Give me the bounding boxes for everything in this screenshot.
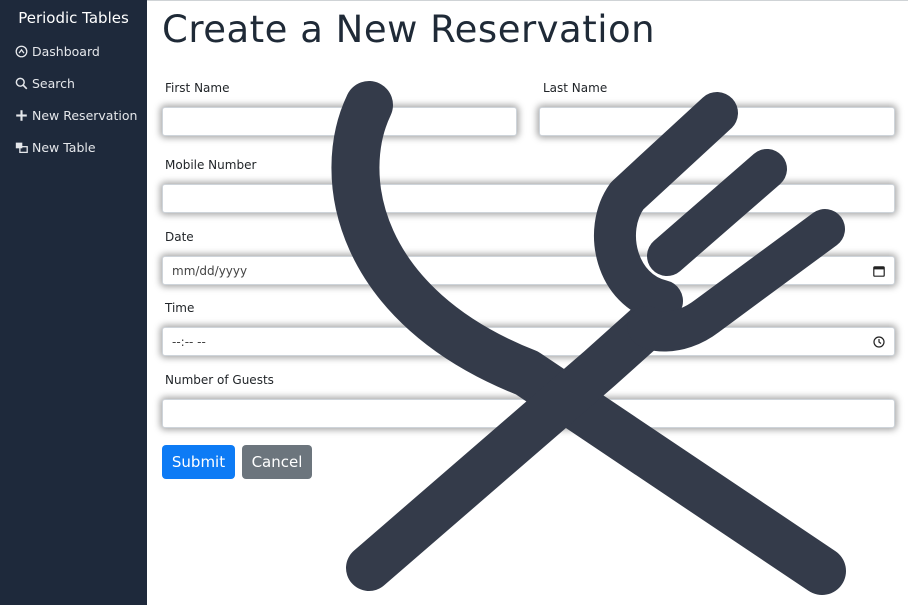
time-label: Time: [165, 301, 195, 315]
plus-icon: [16, 109, 27, 121]
time-input[interactable]: --:-- --: [162, 327, 895, 356]
page-title: Create a New Reservation: [162, 8, 656, 51]
first-name-label: First Name: [165, 81, 230, 95]
date-label: Date: [165, 230, 194, 244]
sidebar-item-new-table[interactable]: New Table: [0, 131, 147, 163]
sidebar-item-label: Search: [32, 75, 75, 91]
clock-icon[interactable]: [873, 335, 885, 348]
date-input[interactable]: mm/dd/yyyy: [162, 256, 895, 285]
sidebar: Periodic Tables Dashboard Search New Res…: [0, 0, 147, 605]
sidebar-item-dashboard[interactable]: Dashboard: [0, 35, 147, 67]
fork-knife-watermark-icon: [331, 81, 846, 595]
sidebar-item-label: Dashboard: [32, 43, 100, 59]
sidebar-nav: Dashboard Search New Reservation New Tab…: [0, 35, 147, 163]
submit-button[interactable]: Submit: [162, 445, 235, 479]
sidebar-item-label: New Table: [32, 139, 96, 155]
main-content: Create a New Reservation First Name Last…: [147, 0, 908, 605]
mobile-number-input[interactable]: [162, 184, 895, 213]
date-placeholder: mm/dd/yyyy: [172, 263, 248, 278]
search-icon: [15, 77, 28, 89]
mobile-number-label: Mobile Number: [165, 158, 257, 172]
sidebar-item-search[interactable]: Search: [0, 67, 147, 99]
sidebar-item-new-reservation[interactable]: New Reservation: [0, 99, 147, 131]
brand-title[interactable]: Periodic Tables: [0, 0, 147, 35]
table-icon: [15, 142, 28, 153]
last-name-label: Last Name: [543, 81, 608, 95]
guests-label: Number of Guests: [165, 373, 274, 387]
cancel-button[interactable]: Cancel: [242, 445, 312, 479]
dashboard-icon: [15, 45, 28, 57]
guests-input[interactable]: [162, 399, 895, 428]
first-name-input[interactable]: [162, 107, 517, 136]
sidebar-item-label: New Reservation: [32, 107, 138, 123]
time-placeholder: --:-- --: [172, 334, 206, 349]
last-name-input[interactable]: [539, 107, 895, 136]
calendar-icon[interactable]: [873, 265, 885, 277]
